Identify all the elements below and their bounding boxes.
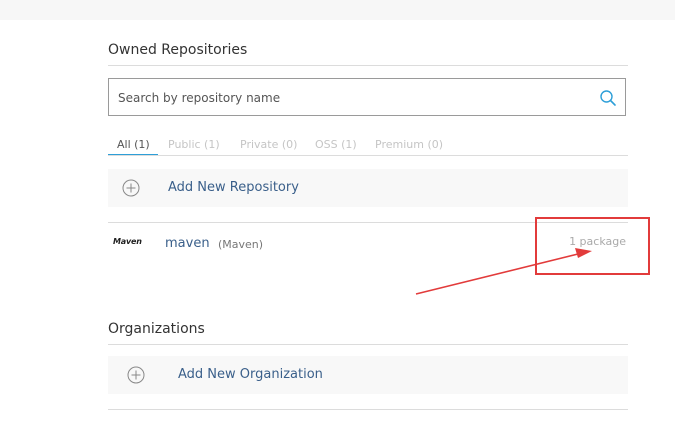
repository-search-input[interactable] xyxy=(116,79,590,117)
add-new-repository-button[interactable]: Add New Repository xyxy=(108,169,628,207)
repository-search-box[interactable] xyxy=(108,78,626,117)
repository-name-link[interactable]: maven xyxy=(165,236,210,251)
tab-public[interactable]: Public (1) xyxy=(168,138,220,151)
tab-oss[interactable]: OSS (1) xyxy=(315,138,357,151)
owned-title-divider xyxy=(108,65,628,66)
organizations-title-divider xyxy=(108,344,628,345)
plus-circle-icon xyxy=(122,179,140,197)
add-new-repository-label: Add New Repository xyxy=(168,180,299,195)
tab-all[interactable]: All (1) xyxy=(117,138,150,151)
add-new-organization-label: Add New Organization xyxy=(178,367,323,382)
maven-logo: Maven xyxy=(113,237,142,246)
repository-type: (Maven) xyxy=(218,238,264,251)
organizations-list-divider xyxy=(108,409,628,410)
annotation-highlight-box xyxy=(535,217,650,275)
plus-circle-icon xyxy=(127,366,145,384)
tab-premium[interactable]: Premium (0) xyxy=(375,138,443,151)
search-icon[interactable] xyxy=(599,89,617,107)
tabs-divider xyxy=(108,155,628,156)
add-new-organization-button[interactable]: Add New Organization xyxy=(108,356,628,394)
top-bar xyxy=(0,0,675,20)
organizations-title: Organizations xyxy=(108,321,205,337)
tab-private[interactable]: Private (0) xyxy=(240,138,297,151)
owned-repositories-title: Owned Repositories xyxy=(108,42,248,58)
